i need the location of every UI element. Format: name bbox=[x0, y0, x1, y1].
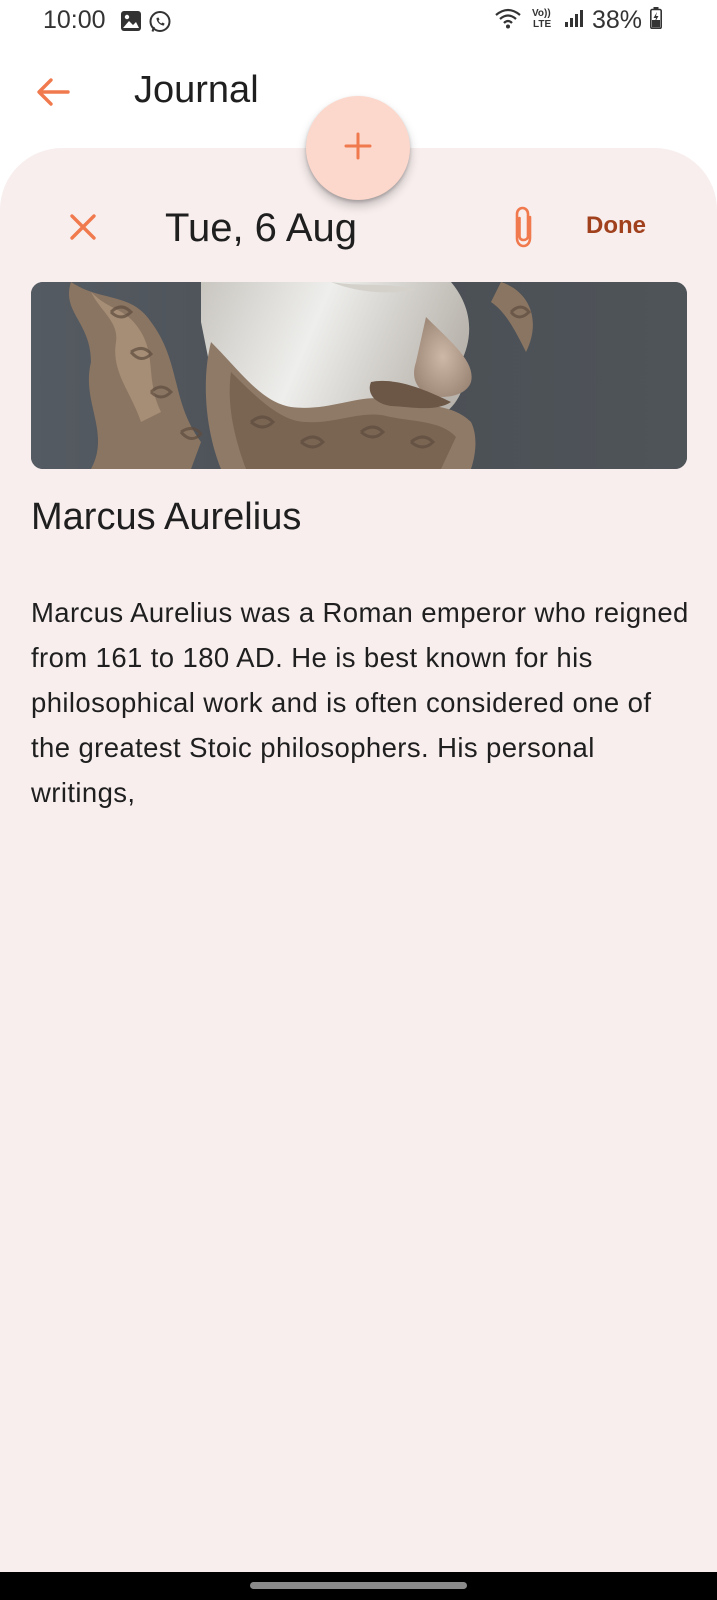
back-button[interactable] bbox=[28, 69, 78, 119]
status-bar: 10:00 Vo)) LTE 38% bbox=[0, 0, 717, 44]
svg-text:LTE: LTE bbox=[533, 19, 551, 30]
status-time: 10:00 bbox=[43, 6, 106, 34]
whatsapp-notification-icon bbox=[148, 10, 172, 39]
gallery-notification-icon bbox=[120, 10, 142, 39]
arrow-left-icon bbox=[36, 77, 70, 112]
app-title: Journal bbox=[134, 69, 259, 111]
status-right-group: Vo)) LTE 38% bbox=[494, 6, 662, 35]
editor-toolbar: Tue, 6 Aug Done bbox=[0, 192, 717, 266]
marble-bust-photo bbox=[31, 282, 687, 469]
close-icon bbox=[69, 213, 97, 246]
close-button[interactable] bbox=[58, 204, 108, 254]
done-button[interactable]: Done bbox=[586, 212, 646, 240]
entry-image[interactable] bbox=[31, 282, 687, 469]
volte-icon: Vo)) LTE bbox=[530, 6, 556, 35]
journal-editor-screen: 10:00 Vo)) LTE 38% Journal Tue, 6 Aug Do… bbox=[0, 0, 717, 1600]
entry-date[interactable]: Tue, 6 Aug bbox=[165, 206, 357, 251]
home-indicator[interactable] bbox=[250, 1582, 467, 1589]
paperclip-icon bbox=[511, 205, 537, 254]
status-notification-icons bbox=[120, 10, 172, 39]
battery-percentage: 38% bbox=[591, 6, 642, 34]
battery-charging-icon bbox=[650, 7, 662, 34]
add-entry-button[interactable] bbox=[306, 96, 410, 200]
signal-icon bbox=[564, 8, 584, 33]
system-navigation-bar bbox=[0, 1572, 717, 1600]
svg-text:Vo)): Vo)) bbox=[532, 8, 551, 19]
entry-body-text[interactable]: Marcus Aurelius was a Roman emperor who … bbox=[31, 590, 691, 815]
plus-icon bbox=[343, 131, 373, 166]
attach-button[interactable] bbox=[500, 202, 548, 256]
wifi-icon bbox=[494, 7, 522, 34]
entry-title[interactable]: Marcus Aurelius bbox=[31, 496, 301, 539]
